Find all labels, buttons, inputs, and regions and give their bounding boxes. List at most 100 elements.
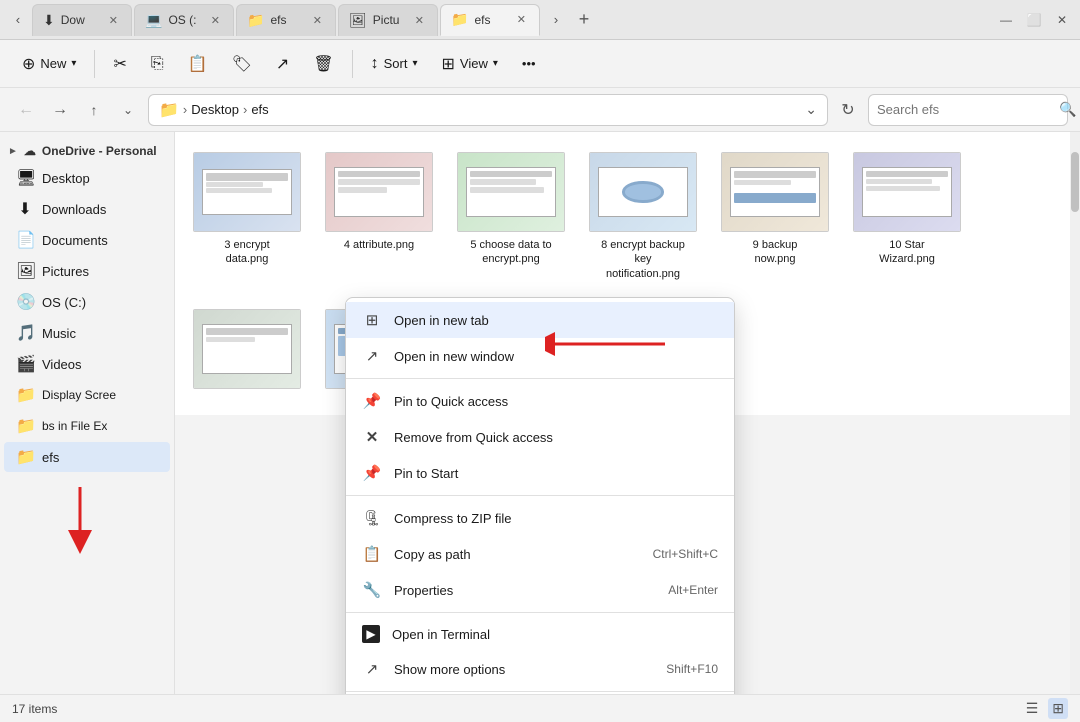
more-button[interactable]: ••• <box>512 46 546 82</box>
delete-button[interactable]: 🗑 <box>303 46 343 82</box>
breadcrumb-efs[interactable]: efs <box>251 102 268 117</box>
ctx-open-new-tab[interactable]: ⊞ Open in new tab <box>346 302 734 338</box>
file-name-3: 5 choose data toencrypt.png <box>470 238 551 267</box>
sidebar-item-pictures-label: Pictures <box>42 264 89 279</box>
main-content: ► ☁ OneDrive - Personal 🖥 Desktop ⬇ Down… <box>0 132 1080 694</box>
file-thumb-3 <box>457 152 565 232</box>
tab-add-button[interactable]: + <box>570 6 598 34</box>
ctx-open-new-window[interactable]: ↗ Open in new window <box>346 338 734 374</box>
sidebar-item-display[interactable]: 📁 Display Scree <box>4 380 170 410</box>
sidebar-item-desktop[interactable]: 🖥 Desktop <box>4 163 170 193</box>
toolbar: ⊕ New ▾ ✂ ⎘ 📋 🏷 ↗ 🗑 ↕ Sort ▾ ⊞ View ▾ ••… <box>0 40 1080 88</box>
tab-os-close[interactable]: ✕ <box>208 13 223 28</box>
forward-button[interactable]: → <box>46 96 74 124</box>
list-view-btn[interactable]: ☰ <box>1022 698 1043 719</box>
ctx-properties-icon: 🔧 <box>362 580 382 600</box>
scrollbar-thumb[interactable] <box>1071 152 1079 212</box>
sidebar-item-os[interactable]: 💿 OS (C:) <box>4 287 170 317</box>
ctx-pin-start[interactable]: 📌 Pin to Start <box>346 455 734 491</box>
file-item-2[interactable]: 4 attribute.png <box>319 144 439 289</box>
sidebar-item-fileex[interactable]: 📁 bs in File Ex <box>4 411 170 441</box>
ctx-terminal-label: Open in Terminal <box>392 627 718 642</box>
sidebar-item-efs-label: efs <box>42 450 59 465</box>
ctx-terminal-icon: ▶ <box>362 625 380 643</box>
search-box[interactable]: 🔍 <box>868 94 1068 126</box>
ctx-more-shortcut: Shift+F10 <box>666 662 718 676</box>
sidebar-item-os-label: OS (C:) <box>42 295 86 310</box>
view-button[interactable]: ⊞ View ▾ <box>432 46 508 82</box>
ctx-properties[interactable]: 🔧 Properties Alt+Enter <box>346 572 734 608</box>
file-item-3[interactable]: 5 choose data toencrypt.png <box>451 144 571 289</box>
tab-efs1-close[interactable]: ✕ <box>310 13 325 28</box>
file-item-4[interactable]: 8 encrypt backupkeynotification.png <box>583 144 703 289</box>
file-item-1[interactable]: 3 encryptdata.png <box>187 144 307 289</box>
breadcrumb-dropdown-btn[interactable]: ⌄ <box>805 101 817 118</box>
tab-downloads-close[interactable]: ✕ <box>106 13 121 28</box>
tab-prev-btn[interactable]: ‹ <box>4 6 32 34</box>
copy-button[interactable]: ⎘ <box>141 46 174 82</box>
back-button[interactable]: ← <box>12 96 40 124</box>
file-thumb-7 <box>193 309 301 389</box>
tab-next-btn[interactable]: › <box>542 6 570 34</box>
ctx-remove-label: Remove from Quick access <box>394 430 718 445</box>
arrow-down-svg <box>50 482 110 562</box>
tab-efs2[interactable]: 📁 efs ✕ <box>440 4 540 36</box>
onedrive-icon: ☁ <box>24 144 36 158</box>
grid-view-btn[interactable]: ⊞ <box>1048 698 1068 719</box>
file-item-6[interactable]: 10 StarWizard.png <box>847 144 967 289</box>
tab-os[interactable]: 💻 OS (: ✕ <box>134 4 234 36</box>
sidebar-item-pictures[interactable]: 🖼 Pictures <box>4 256 170 286</box>
tab-pictures[interactable]: 🖼 Pictu ✕ <box>338 4 438 36</box>
tab-efs2-close[interactable]: ✕ <box>514 12 529 27</box>
file-name-2: 4 attribute.png <box>344 238 414 252</box>
toolbar-sep-2 <box>352 50 353 78</box>
sort-button[interactable]: ↕ Sort ▾ <box>361 46 428 82</box>
paste-button[interactable]: 📋 <box>178 46 218 82</box>
ctx-pin-quick-access[interactable]: 📌 Pin to Quick access <box>346 383 734 419</box>
rename-button[interactable]: 🏷 <box>222 46 262 82</box>
sidebar-item-music[interactable]: 🎵 Music <box>4 318 170 348</box>
ctx-compress-zip[interactable]: 🗜 Compress to ZIP file <box>346 500 734 536</box>
window-minimize-btn[interactable]: — <box>992 6 1020 34</box>
sidebar-group-onedrive[interactable]: ► ☁ OneDrive - Personal <box>0 140 174 162</box>
sidebar-item-documents[interactable]: 📄 Documents <box>4 225 170 255</box>
rename-icon: 🏷 <box>232 54 252 74</box>
breadcrumb[interactable]: 📁 › Desktop › efs ⌄ <box>148 94 828 126</box>
status-right: ☰ ⊞ <box>1022 698 1068 719</box>
sidebar-group-label: OneDrive - Personal <box>42 144 157 158</box>
window-maximize-btn[interactable]: ⬜ <box>1020 6 1048 34</box>
delete-icon: 🗑 <box>313 54 333 74</box>
window-close-btn[interactable]: ✕ <box>1048 6 1076 34</box>
ctx-sep-2 <box>346 495 734 496</box>
tab-bar: ‹ ⬇ Dow ✕ 💻 OS (: ✕ 📁 efs ✕ 🖼 Pictu ✕ 📁 … <box>0 0 1080 40</box>
refresh-button[interactable]: ↻ <box>834 96 862 124</box>
sidebar-item-videos[interactable]: 🎬 Videos <box>4 349 170 379</box>
tab-efs1[interactable]: 📁 efs ✕ <box>236 4 336 36</box>
ctx-remove-quick-access[interactable]: ✕ Remove from Quick access <box>346 419 734 455</box>
sidebar-item-downloads[interactable]: ⬇ Downloads <box>4 194 170 224</box>
tab-pictures-close[interactable]: ✕ <box>412 13 427 28</box>
breadcrumb-desktop[interactable]: Desktop <box>191 102 239 117</box>
up-button[interactable]: ↑ <box>80 96 108 124</box>
ctx-open-terminal[interactable]: ▶ Open in Terminal <box>346 617 734 651</box>
tab-downloads[interactable]: ⬇ Dow ✕ <box>32 4 132 36</box>
sidebar-item-efs[interactable]: 📁 efs <box>4 442 170 472</box>
file-item-5[interactable]: 9 backupnow.png <box>715 144 835 289</box>
view-label: View <box>460 56 488 71</box>
ctx-copypath-label: Copy as path <box>394 547 641 562</box>
ctx-copypath-icon: 📋 <box>362 544 382 564</box>
history-button[interactable]: ⌄ <box>114 96 142 124</box>
cut-button[interactable]: ✂ <box>103 46 136 82</box>
file-thumb-5 <box>721 152 829 232</box>
ctx-sep-3 <box>346 612 734 613</box>
sidebar-item-display-label: Display Scree <box>42 388 116 402</box>
ctx-show-more[interactable]: ↗ Show more options Shift+F10 <box>346 651 734 687</box>
videos-icon: 🎬 <box>16 354 34 374</box>
new-button[interactable]: ⊕ New ▾ <box>12 46 86 82</box>
ctx-copy-path[interactable]: 📋 Copy as path Ctrl+Shift+C <box>346 536 734 572</box>
tab-efs1-icon: 📁 <box>247 12 264 29</box>
scrollbar-track[interactable] <box>1070 132 1080 694</box>
share-button[interactable]: ↗ <box>266 46 299 82</box>
file-item-7[interactable] <box>187 301 307 403</box>
search-input[interactable] <box>877 102 1053 117</box>
